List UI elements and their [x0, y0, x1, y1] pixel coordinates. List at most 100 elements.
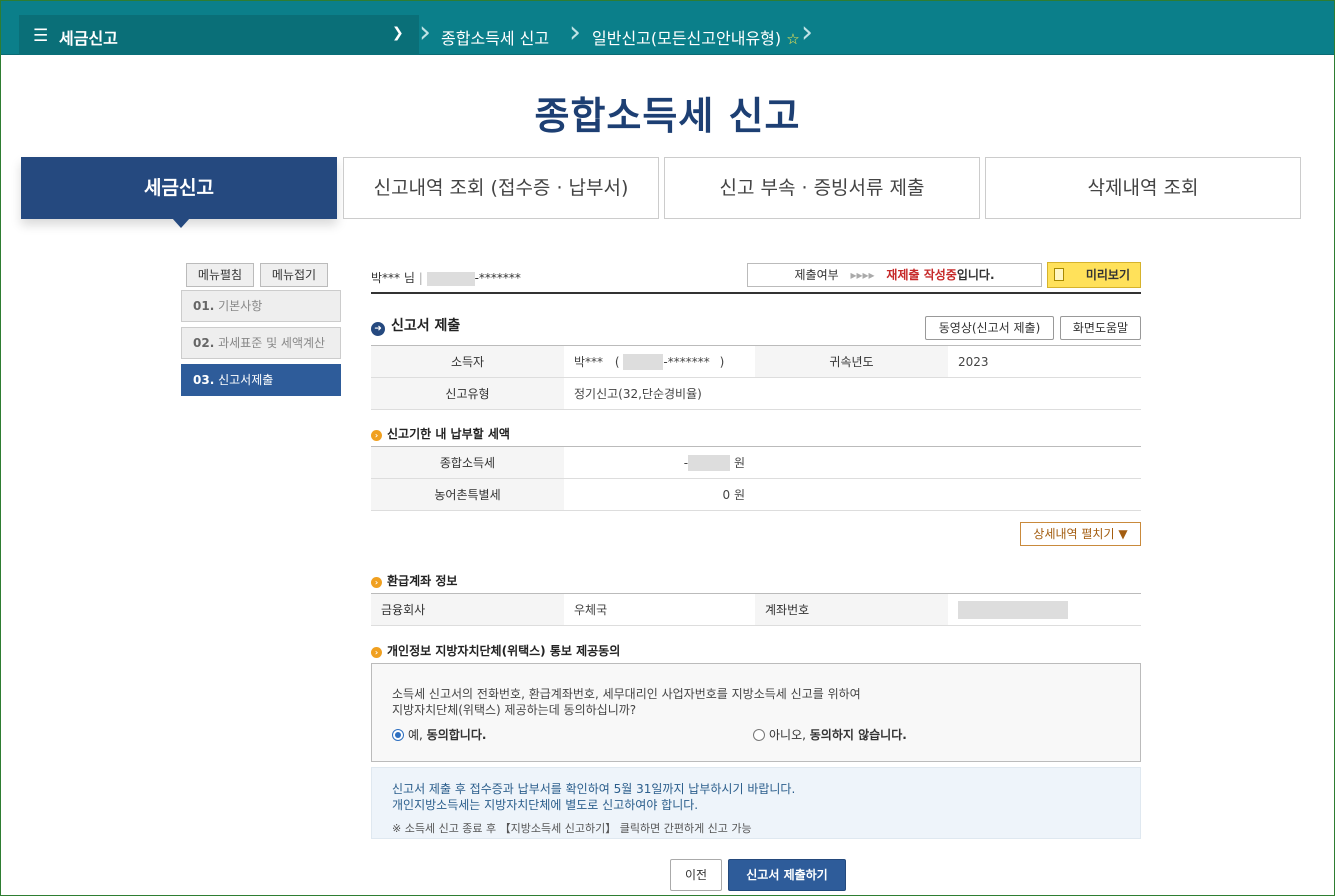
- section-tax-title: › 신고기한 내 납부할 세액: [371, 425, 510, 442]
- section-submit-title: ➜ 신고서 제출: [371, 315, 460, 336]
- step-number: 03.: [193, 373, 215, 387]
- taxpayer-table: 소득자 박*** ( -******* ) 귀속년도 2023 신고유형 정기신…: [371, 345, 1141, 410]
- bank-value: 우체국: [564, 593, 755, 626]
- status-suffix: 입니다.: [956, 268, 995, 282]
- tab-tax-filing[interactable]: 세금신고: [21, 157, 337, 228]
- taxpayer-label: 소득자: [371, 345, 564, 378]
- page-title: 종합소득세 신고: [534, 94, 801, 138]
- bullet-icon: ›: [371, 647, 382, 658]
- breadcrumb-home[interactable]: ☰ 세금신고 ❯: [19, 15, 419, 55]
- income-tax-unit: 원: [733, 455, 745, 470]
- document-icon: [1054, 268, 1064, 281]
- filing-type-label: 신고유형: [371, 377, 564, 410]
- empty-cell: [755, 478, 1141, 511]
- bullet-icon: ›: [371, 430, 382, 441]
- breadcrumb-separator-icon: ›: [801, 15, 813, 50]
- user-info: 박*** 님 | -*******: [371, 271, 521, 286]
- sidebar-step-tax-calc[interactable]: 02. 과세표준 및 세액계산: [181, 327, 341, 359]
- screen-help-button[interactable]: 화면도움말: [1060, 316, 1141, 340]
- top-nav-bar: ☰ 세금신고 ❯ › 종합소득세 신고 › 일반신고(모든신고안내유형) ☆ ›: [1, 1, 1334, 55]
- year-value: 2023: [948, 345, 1141, 378]
- consent-text-line2: 지방자치단체(위택스) 제공하는데 동의하십니까?: [392, 703, 637, 717]
- step-label: 기본사항: [218, 299, 263, 313]
- step-label: 과세표준 및 세액계산: [218, 336, 326, 350]
- consent-box: 소득세 신고서의 전화번호, 환급계좌번호, 세무대리인 사업자번호를 지방소득…: [371, 663, 1141, 762]
- sidebar-step-submit[interactable]: 03. 신고서제출: [181, 364, 341, 396]
- breadcrumb-income-tax[interactable]: 종합소득세 신고: [441, 25, 549, 49]
- status-label: 제출여부: [794, 268, 839, 282]
- refund-account-table: 금융회사 우체국 계좌번호: [371, 593, 1141, 626]
- taxpayer-value: 박*** ( -******* ): [564, 345, 755, 378]
- section-title-text: 신고기한 내 납부할 세액: [387, 427, 510, 441]
- section-title-text: 개인정보 지방자치단체(위택스) 통보 제공동의: [387, 644, 621, 658]
- year-label: 귀속년도: [755, 345, 948, 378]
- masked-id: [623, 354, 664, 371]
- breadcrumb-home-label: 세금신고: [59, 29, 118, 48]
- user-name: 박*** 님: [371, 271, 415, 285]
- radio-label-prefix: 아니오,: [769, 728, 810, 742]
- radio-checked-icon[interactable]: [392, 729, 404, 741]
- section-title-text: 신고서 제출: [391, 318, 461, 334]
- masked-id: [426, 271, 475, 286]
- notice-box: 신고서 제출 후 접수증과 납부서를 확인하여 5월 31일까지 납부하시기 바…: [371, 767, 1141, 839]
- submit-return-button[interactable]: 신고서 제출하기: [728, 859, 846, 891]
- submission-status: 제출여부 ▸▸▸▸ 재제출 작성중입니다.: [747, 263, 1042, 287]
- consent-text: 소득세 신고서의 전화번호, 환급계좌번호, 세무대리인 사업자번호를 지방소득…: [392, 686, 861, 718]
- section-consent-title: › 개인정보 지방자치단체(위택스) 통보 제공동의: [371, 642, 620, 659]
- consent-no-radio[interactable]: 아니오, 동의하지 않습니다.: [753, 726, 907, 743]
- notice-line2: 개인지방소득세는 지방자치단체에 별도로 신고하여야 합니다.: [392, 798, 699, 812]
- tab-filing-history[interactable]: 신고내역 조회 (접수증 · 납부서): [343, 157, 659, 219]
- sidebar-step-basic[interactable]: 01. 기본사항: [181, 290, 341, 322]
- notice-line1: 신고서 제출 후 접수증과 납부서를 확인하여 5월 31일까지 납부하시기 바…: [392, 782, 796, 796]
- account-value: [948, 593, 1141, 626]
- empty-cell: [755, 446, 1141, 479]
- income-tax-value: - 원: [564, 446, 755, 479]
- arrow-circle-icon: ➜: [371, 322, 385, 336]
- section-title-text: 환급계좌 정보: [387, 574, 458, 588]
- taxpayer-id-open: (: [614, 354, 620, 369]
- consent-yes-radio[interactable]: 예, 동의합니다.: [392, 726, 486, 743]
- chevron-down-icon[interactable]: ❯: [392, 25, 404, 41]
- tab-attachments[interactable]: 신고 부속 · 증빙서류 제출: [664, 157, 980, 219]
- masked-account: [958, 600, 1068, 619]
- preview-button[interactable]: 미리보기: [1047, 262, 1141, 288]
- notice-line3: ※ 소득세 신고 종료 후 【지방소득세 신고하기】 클릭하면 간편하게 신고 …: [392, 822, 752, 835]
- consent-text-line1: 소득세 신고서의 전화번호, 환급계좌번호, 세무대리인 사업자번호를 지방소득…: [392, 687, 861, 701]
- star-icon[interactable]: ☆: [786, 30, 799, 48]
- preview-label: 미리보기: [1085, 268, 1130, 282]
- tab-deleted-history[interactable]: 삭제내역 조회: [985, 157, 1301, 219]
- prev-button[interactable]: 이전: [670, 859, 722, 891]
- taxpayer-name: 박***: [574, 354, 604, 369]
- detail-expand-button[interactable]: 상세내역 펼치기 ▼: [1020, 522, 1141, 546]
- step-number: 01.: [193, 299, 215, 313]
- step-label: 신고서제출: [218, 373, 274, 387]
- hamburger-menu-icon[interactable]: ☰: [33, 26, 48, 46]
- radio-label: 동의합니다.: [426, 728, 487, 742]
- bank-label: 금융회사: [371, 593, 564, 626]
- section-refund-title: › 환급계좌 정보: [371, 572, 457, 589]
- filing-type-value: 정기신고(32,단순경비율): [564, 377, 1141, 410]
- taxpayer-id: -*******: [663, 354, 710, 369]
- rural-tax-value: 0 원: [564, 478, 755, 511]
- account-label: 계좌번호: [755, 593, 948, 626]
- breadcrumb-separator-icon: ›: [569, 15, 581, 50]
- rural-tax-label: 농어촌특별세: [371, 478, 564, 511]
- masked-amount: [688, 455, 731, 472]
- status-arrows: ▸▸▸▸: [850, 268, 875, 282]
- bullet-icon: ›: [371, 577, 382, 588]
- income-tax-label: 종합소득세: [371, 446, 564, 479]
- menu-collapse-button[interactable]: 메뉴접기: [260, 263, 328, 287]
- radio-label-prefix: 예,: [408, 728, 427, 742]
- radio-label: 동의하지 않습니다.: [809, 728, 907, 742]
- tax-amount-table: 종합소득세 - 원 농어촌특별세 0 원: [371, 446, 1141, 511]
- user-id-suffix: -*******: [474, 271, 521, 285]
- taxpayer-id-close: ): [719, 354, 725, 369]
- status-value: 재제출 작성중: [886, 268, 957, 282]
- video-guide-button[interactable]: 동영상(신고서 제출): [925, 316, 1054, 340]
- breadcrumb-general-filing-label: 일반신고(모든신고안내유형): [592, 29, 782, 48]
- breadcrumb-separator-icon: ›: [419, 15, 431, 50]
- radio-unchecked-icon[interactable]: [753, 729, 765, 741]
- breadcrumb-general-filing[interactable]: 일반신고(모든신고안내유형) ☆: [592, 25, 800, 49]
- menu-expand-button[interactable]: 메뉴펼침: [186, 263, 254, 287]
- divider: [371, 292, 1141, 294]
